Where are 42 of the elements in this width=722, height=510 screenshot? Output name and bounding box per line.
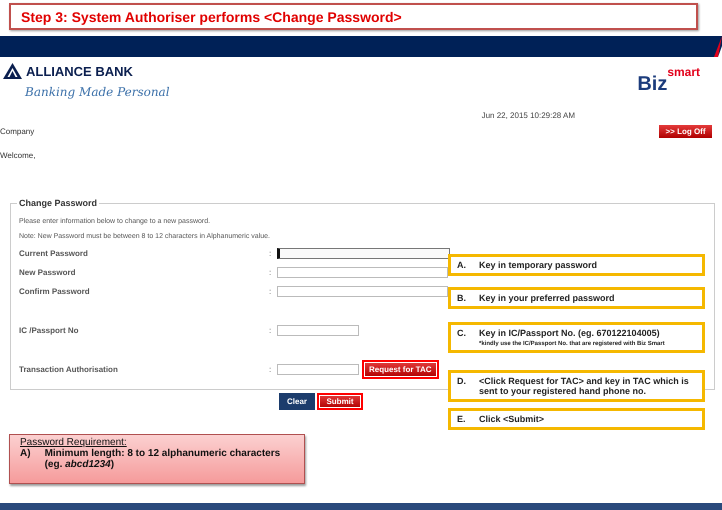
date-time: Jun 22, 2015 10:29:28 AM	[480, 110, 576, 120]
input-field[interactable]	[277, 267, 448, 278]
callout-letter: D.	[457, 376, 467, 388]
callout-letter: C.	[457, 328, 467, 340]
submit-button[interactable]: Submit	[317, 393, 364, 410]
requirement-title: Password Requirement:	[20, 437, 128, 448]
logoff-button[interactable]: >> Log Off	[659, 125, 712, 138]
panel-title: Change Password	[18, 198, 98, 208]
item-marker: A)	[20, 448, 31, 461]
welcome-text: Welcome,	[0, 151, 36, 160]
clear-button[interactable]: Clear	[279, 393, 316, 410]
request-tac-button[interactable]: Request for TAC	[362, 360, 439, 379]
bank-tagline: Banking Made Personal	[25, 85, 170, 99]
field-label: New Password	[19, 268, 76, 277]
colon-separator: :	[269, 326, 272, 335]
callout-text: <Click Request for TAC> and key in TAC which is sent to your registered hand phone no.	[479, 376, 690, 396]
company-label: Company	[0, 127, 34, 136]
callout-text: Key in temporary password	[479, 260, 598, 270]
colon-separator: :	[269, 268, 272, 277]
callout-letter: A.	[457, 260, 467, 270]
input-field[interactable]	[277, 364, 359, 375]
bank-name: ALLIANCE BANK	[26, 64, 133, 78]
product-logo-superscript: smart	[667, 65, 700, 79]
requirement-text: Minimum length: 8 to 12 alphanumeric characters (eg. abcd1234)	[44, 448, 282, 470]
callout-text: Click <Submit>	[479, 414, 544, 424]
field-label: Current Password	[19, 249, 89, 258]
triangle-logo-icon	[3, 63, 22, 79]
colon-separator: :	[269, 287, 272, 296]
field-label: Confirm Password	[19, 287, 91, 296]
callout-text: Key in IC/Passport No. (eg. 670122104005)	[479, 328, 661, 338]
colon-separator: :	[269, 249, 272, 258]
callout-letter: E.	[457, 414, 467, 424]
product-logo-text: Biz	[637, 73, 668, 96]
colon-separator: :	[269, 365, 272, 374]
field-label: Transaction Authorisation	[19, 365, 119, 374]
callout-letter: B.	[457, 293, 467, 303]
field-label: IC /Passport No	[19, 326, 80, 335]
callout-text: Key in your preferred password	[479, 293, 615, 303]
slide-title: Step 3: System Authoriser performs <Change Password>	[9, 3, 698, 30]
input-field[interactable]	[277, 325, 359, 336]
input-field[interactable]	[277, 286, 448, 297]
input-field[interactable]	[277, 248, 450, 259]
